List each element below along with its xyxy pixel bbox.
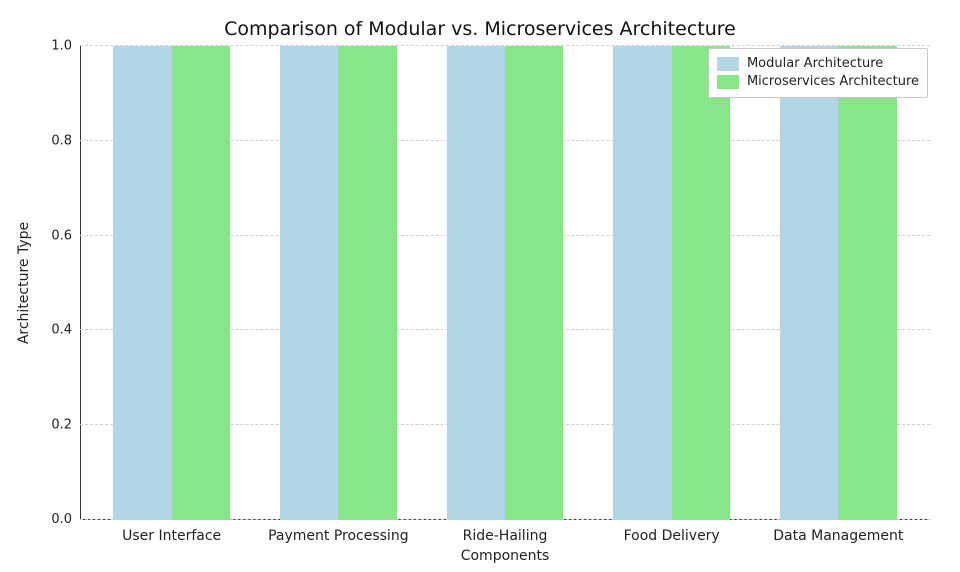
y-tick-label: 0.8 [0, 133, 72, 148]
bar-microservices [338, 46, 396, 520]
legend-label: Modular Architecture [747, 55, 883, 73]
bar-microservices [172, 46, 230, 520]
y-axis-spine [80, 46, 81, 520]
legend-item: Modular Architecture [717, 55, 919, 73]
y-tick-label: 0.0 [0, 512, 72, 527]
x-tick-label: Food Delivery [624, 520, 720, 544]
legend: Modular Architecture Microservices Archi… [708, 48, 928, 98]
chart-title: Comparison of Modular vs. Microservices … [0, 18, 960, 40]
legend-item: Microservices Architecture [717, 73, 919, 91]
x-tick-label: Data Management [773, 520, 903, 544]
legend-swatch-modular [717, 57, 739, 71]
bar-microservices [838, 46, 896, 520]
x-tick-label: Ride-Hailing [463, 520, 548, 544]
bar-modular [280, 46, 338, 520]
bar-modular [447, 46, 505, 520]
bar-microservices [505, 46, 563, 520]
legend-label: Microservices Architecture [747, 73, 919, 91]
bar-modular [780, 46, 838, 520]
chart-figure: Comparison of Modular vs. Microservices … [0, 0, 960, 572]
bar-modular [613, 46, 671, 520]
x-tick-label: User Interface [122, 520, 221, 544]
y-tick-label: 1.0 [0, 39, 72, 54]
y-tick-label: 0.6 [0, 228, 72, 243]
plot-area: User Interface Payment Processing Ride-H… [80, 46, 930, 520]
legend-swatch-microservices [717, 75, 739, 89]
y-tick-label: 0.4 [0, 323, 72, 338]
bar-modular [113, 46, 171, 520]
x-axis-label: Components [461, 548, 550, 564]
x-tick-label: Payment Processing [268, 520, 409, 544]
y-tick-label-group: 0.0 0.2 0.4 0.6 0.8 1.0 [0, 46, 80, 520]
y-tick-label: 0.2 [0, 418, 72, 433]
bar-microservices [672, 46, 730, 520]
